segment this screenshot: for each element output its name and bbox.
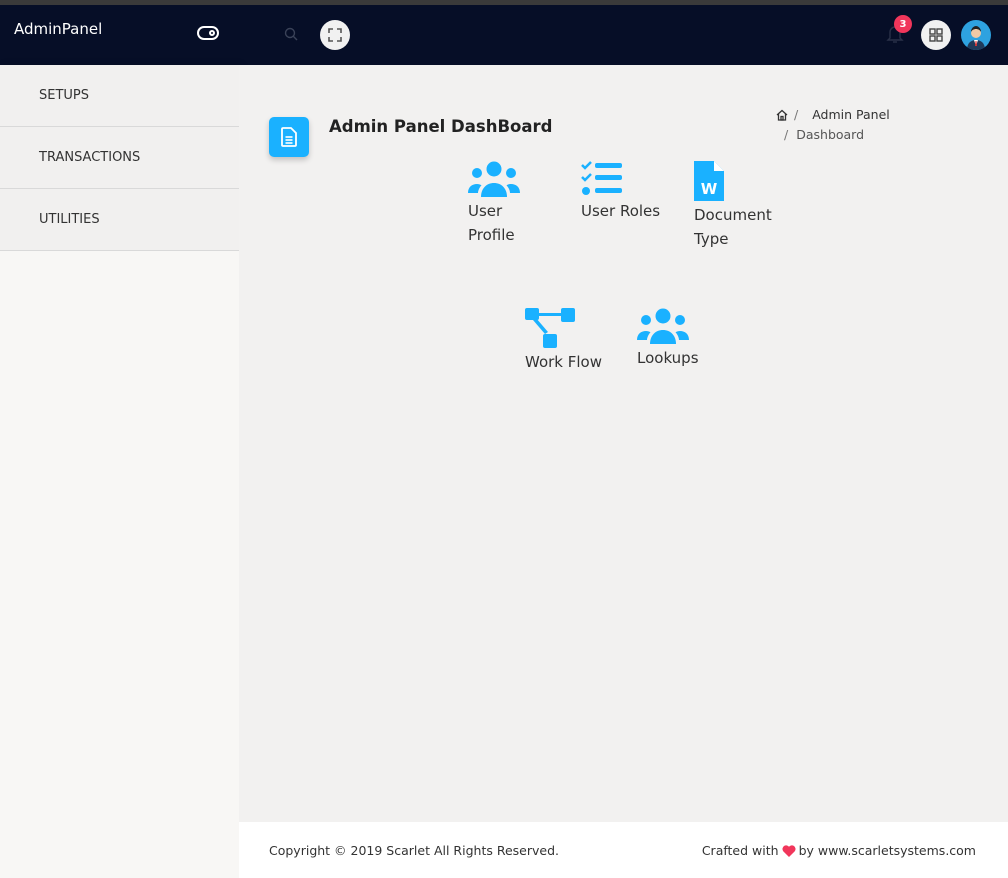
breadcrumb-separator: / [784,127,789,142]
breadcrumb: / Admin Panel [776,107,890,122]
tile-label: Document [694,206,772,224]
apps-grid-icon [929,28,943,42]
users-icon [468,161,520,197]
tile-label-line2: Type [694,230,729,248]
workflow-icon [525,308,575,348]
sidebar-toggle-icon[interactable] [197,26,219,40]
breadcrumb-admin-panel[interactable]: Admin Panel [812,107,890,122]
user-avatar[interactable] [961,20,991,50]
checklist-icon [581,161,622,195]
tile-label: Lookups [637,349,699,367]
crafted-prefix: Crafted with [701,843,779,858]
document-icon [269,117,309,157]
tile-label-line2: Profile [468,226,515,244]
page-title: Admin Panel DashBoard [329,117,553,136]
brand-logo[interactable]: AdminPanel [14,20,102,38]
sidebar-item-transactions[interactable]: TRANSACTIONS [0,127,239,189]
main-content: Admin Panel DashBoard / Admin Panel / Das… [239,65,1008,822]
tile-work-flow[interactable]: Work Flow [525,308,602,374]
search-icon[interactable] [284,26,298,41]
tile-label: User [468,202,503,220]
fullscreen-button[interactable] [320,20,350,50]
sidebar: SETUPS TRANSACTIONS UTILITIES [0,65,239,878]
breadcrumb-dashboard: Dashboard [796,127,865,142]
crafted-link[interactable]: by www.scarletsystems.com [799,843,976,858]
sidebar-item-label: SETUPS [39,88,90,103]
tile-document-type[interactable]: W Document Type [694,161,772,251]
tile-user-roles[interactable]: User Roles [581,161,660,223]
breadcrumb-line-2: / Dashboard [784,127,864,142]
sidebar-item-setups[interactable]: SETUPS [0,65,239,127]
users-icon [637,308,689,344]
tile-label: Work Flow [525,353,602,371]
tile-label: User Roles [581,202,661,220]
sidebar-item-label: TRANSACTIONS [39,150,141,165]
svg-text:W: W [701,180,718,198]
tile-lookups[interactable]: Lookups [637,308,699,370]
notification-badge: 3 [894,15,912,33]
apps-grid-button[interactable] [921,20,951,50]
heart-icon [782,844,796,857]
footer: Copyright © 2019 Scarlet All Rights Rese… [239,822,1008,878]
sidebar-item-utilities[interactable]: UTILITIES [0,189,239,251]
sidebar-item-label: UTILITIES [39,212,100,227]
top-navbar: AdminPanel 3 [0,5,1008,65]
tile-user-profile[interactable]: User Profile [468,161,520,247]
fullscreen-icon [328,28,342,42]
copyright-text: Copyright © 2019 Scarlet All Rights Rese… [269,843,559,858]
crafted-by: Crafted with by www.scarletsystems.com [702,843,976,858]
home-icon[interactable] [776,109,788,121]
breadcrumb-separator: / [794,107,799,122]
word-document-icon: W [694,161,724,201]
